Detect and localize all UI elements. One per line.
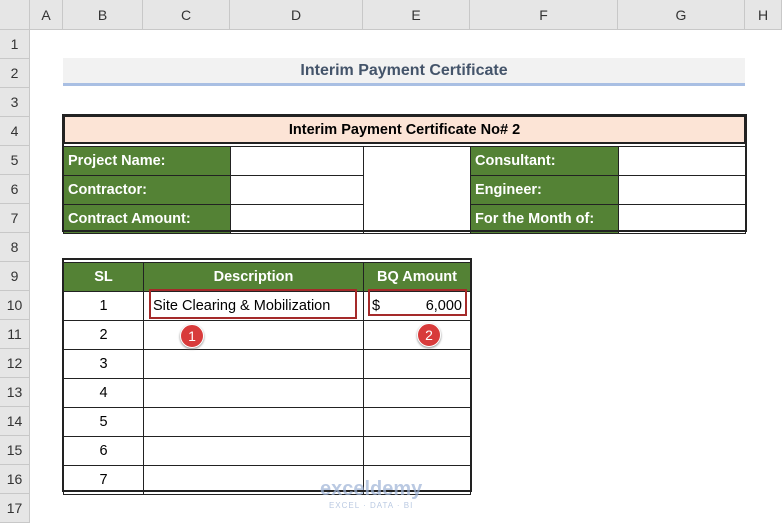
label-left: Project Name: (63, 146, 231, 176)
label-right: Consultant: (470, 146, 619, 176)
highlight-amount (368, 289, 467, 316)
row-header-9[interactable]: 9 (0, 262, 30, 291)
row-header-16[interactable]: 16 (0, 465, 30, 494)
input-cell-right[interactable] (618, 175, 746, 205)
row-header-10[interactable]: 10 (0, 291, 30, 320)
column-header-F[interactable]: F (470, 0, 618, 30)
merged-blank-cell[interactable] (363, 146, 471, 234)
row-header-7[interactable]: 7 (0, 204, 30, 233)
bq-header-2: BQ Amount (363, 262, 471, 292)
label-right: Engineer: (470, 175, 619, 205)
bq-amount-cell[interactable] (363, 436, 471, 466)
description-cell[interactable] (143, 436, 364, 466)
bq-header-1: Description (143, 262, 364, 292)
input-cell-left[interactable] (230, 175, 364, 205)
step-badge-1: 1 (180, 324, 204, 348)
sheet-title: Interim Payment Certificate (300, 61, 508, 79)
input-cell-left[interactable] (230, 146, 364, 176)
description-cell[interactable] (143, 320, 364, 350)
row-header-1[interactable]: 1 (0, 30, 30, 59)
input-cell-right[interactable] (618, 204, 746, 234)
row-header-4[interactable]: 4 (0, 117, 30, 146)
title-band: Interim Payment Certificate (63, 58, 745, 86)
row-header-17[interactable]: 17 (0, 494, 30, 523)
row-header-2[interactable]: 2 (0, 59, 30, 88)
bq-header-0: SL (63, 262, 144, 292)
bq-amount-cell[interactable] (363, 349, 471, 379)
column-header-A[interactable]: A (30, 0, 63, 30)
row-header-15[interactable]: 15 (0, 436, 30, 465)
select-all-corner[interactable] (0, 0, 30, 30)
row-header-8[interactable]: 8 (0, 233, 30, 262)
sl-cell[interactable]: 6 (63, 436, 144, 466)
certificate-header-text: Interim Payment Certificate No# 2 (288, 121, 521, 138)
row-header-11[interactable]: 11 (0, 320, 30, 349)
row-header-3[interactable]: 3 (0, 88, 30, 117)
column-header-G[interactable]: G (618, 0, 745, 30)
column-header-H[interactable]: H (745, 0, 782, 30)
sl-cell[interactable]: 1 (63, 291, 144, 321)
input-cell-left[interactable] (230, 204, 364, 234)
column-header-D[interactable]: D (230, 0, 363, 30)
label-right: For the Month of: (470, 204, 619, 234)
bq-amount-cell[interactable] (363, 378, 471, 408)
row-header-13[interactable]: 13 (0, 378, 30, 407)
sl-cell[interactable]: 3 (63, 349, 144, 379)
sl-cell[interactable]: 7 (63, 465, 144, 495)
certificate-header: Interim Payment Certificate No# 2 (63, 115, 746, 144)
highlight-description (149, 289, 357, 319)
label-left: Contractor: (63, 175, 231, 205)
watermark-sub: EXCEL · DATA · BI (328, 501, 414, 510)
description-cell[interactable] (143, 378, 364, 408)
sl-cell[interactable]: 4 (63, 378, 144, 408)
column-header-B[interactable]: B (63, 0, 143, 30)
label-left: Contract Amount: (63, 204, 231, 234)
step-badge-2: 2 (417, 323, 441, 347)
watermark-logo: exceldemy (320, 478, 423, 500)
row-header-6[interactable]: 6 (0, 175, 30, 204)
sl-cell[interactable]: 5 (63, 407, 144, 437)
column-header-E[interactable]: E (363, 0, 470, 30)
row-header-5[interactable]: 5 (0, 146, 30, 175)
row-header-12[interactable]: 12 (0, 349, 30, 378)
description-cell[interactable] (143, 349, 364, 379)
column-header-C[interactable]: C (143, 0, 230, 30)
watermark: exceldemy EXCEL · DATA · BI (320, 478, 422, 510)
sl-cell[interactable]: 2 (63, 320, 144, 350)
row-header-14[interactable]: 14 (0, 407, 30, 436)
input-cell-right[interactable] (618, 146, 746, 176)
bq-amount-cell[interactable] (363, 407, 471, 437)
description-cell[interactable] (143, 407, 364, 437)
